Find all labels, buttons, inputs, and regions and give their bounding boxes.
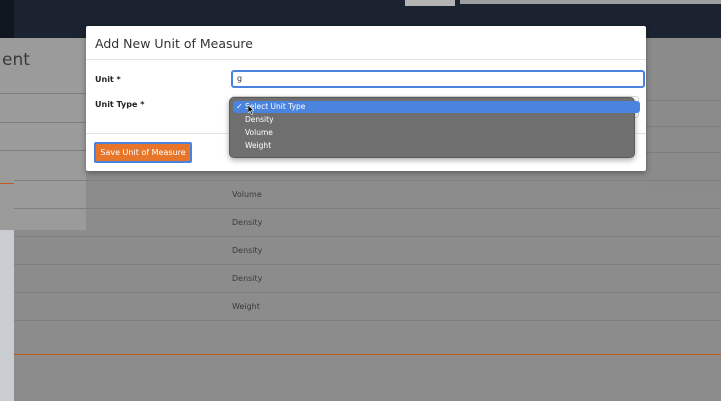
unit-input[interactable]: [231, 70, 645, 88]
dropdown-option-volume[interactable]: Volume: [233, 127, 640, 139]
unit-label: Unit *: [95, 75, 121, 84]
dropdown-option-weight[interactable]: Weight: [233, 140, 640, 152]
divider: [645, 152, 721, 153]
table-cell-unit-type: Density: [232, 246, 263, 255]
navbar-left-edge: [0, 0, 14, 38]
table-cell-unit-type: Weight: [232, 302, 260, 311]
navbar-tab-fragment: [405, 0, 455, 6]
unit-type-dropdown[interactable]: ✓ Select Unit Type Density Volume Weight: [229, 97, 640, 158]
divider: [0, 93, 86, 94]
divider: [645, 126, 721, 127]
table-cell-unit-type: Volume: [232, 190, 262, 199]
table-row-divider: [14, 292, 721, 293]
option-label: Density: [245, 115, 274, 124]
divider: [0, 150, 86, 151]
option-label: Select Unit Type: [245, 102, 306, 111]
dropdown-option-density[interactable]: Density: [233, 114, 640, 126]
divider: [645, 100, 721, 101]
table-row-divider: [14, 320, 721, 321]
modal-title: Add New Unit of Measure: [95, 36, 253, 51]
unit-type-label: Unit Type *: [95, 100, 145, 109]
table-row-divider: [14, 180, 721, 181]
table-row-divider: [14, 264, 721, 265]
save-unit-button[interactable]: Save Unit of Measure: [94, 142, 192, 163]
navbar-strip: [460, 0, 721, 4]
page-title-fragment: ent: [2, 50, 30, 70]
table-cell-unit-type: Density: [232, 274, 263, 283]
orange-divider: [0, 183, 14, 184]
table-cell-unit-type: Density: [232, 218, 263, 227]
checkmark-icon: ✓: [236, 102, 243, 111]
table-row-divider: [14, 208, 721, 209]
option-label: Volume: [245, 128, 273, 137]
table-row-divider: [14, 236, 721, 237]
background-panel-right: [645, 38, 721, 198]
option-label: Weight: [245, 141, 272, 150]
mouse-cursor-icon: [248, 105, 254, 115]
divider: [0, 122, 86, 123]
modal-header-divider: [86, 59, 646, 60]
table-bottom-orange-line: [14, 354, 721, 355]
dropdown-option-select-unit-type[interactable]: ✓ Select Unit Type: [233, 101, 640, 113]
